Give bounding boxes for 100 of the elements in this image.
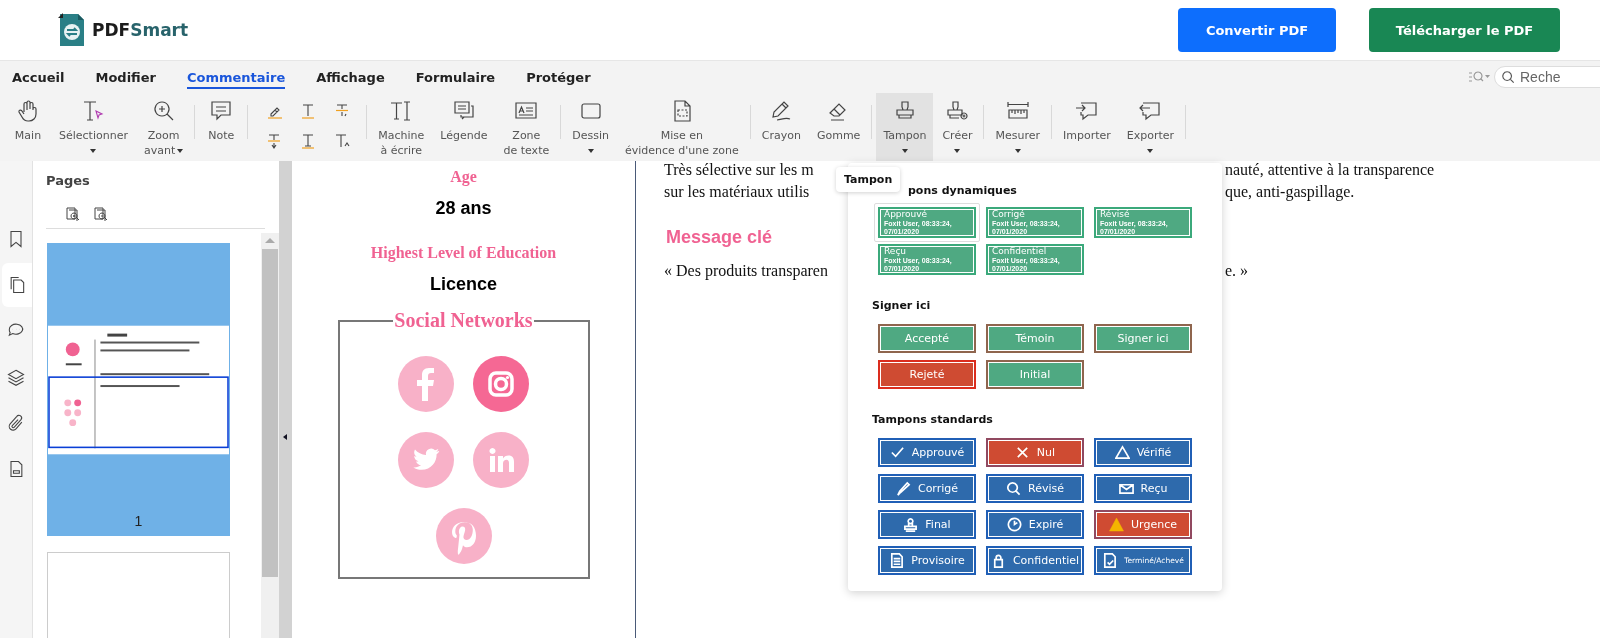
stamp-option[interactable]: Initial: [986, 360, 1084, 389]
paragraph-text: nauté, attentive à la transparence: [1225, 160, 1436, 181]
instagram-icon[interactable]: [473, 356, 529, 412]
stamp-label: Final: [925, 518, 951, 531]
paragraph-text: Très sélective sur les m: [664, 160, 815, 180]
stamp-option[interactable]: Reçu: [1094, 474, 1192, 503]
check-icon: [889, 445, 905, 460]
search-options-icon[interactable]: [1468, 71, 1490, 83]
frame-title: Social Networks: [393, 309, 534, 332]
toolbar-button[interactable]: Machine à écrire: [371, 93, 432, 161]
paragraph-text: e. »: [1225, 261, 1250, 281]
underline-icon[interactable]: [300, 133, 317, 149]
section-title: pons dynamiques: [908, 184, 1017, 197]
toolbar-button[interactable]: Dessin: [565, 93, 616, 161]
strikeout-icon[interactable]: [266, 133, 283, 149]
stamp-label: Expiré: [1028, 518, 1064, 531]
stamp-option[interactable]: Final: [878, 510, 976, 539]
export-icon: [1138, 99, 1163, 123]
stamp-option[interactable]: Expiré: [986, 510, 1084, 539]
stamp-option[interactable]: Approuvé: [878, 438, 976, 467]
section-title: Tampons standards: [872, 413, 993, 426]
stamp-option[interactable]: Rejeté: [878, 360, 976, 389]
header-button[interactable]: Convertir PDF: [1178, 8, 1336, 52]
page-number: 1: [134, 513, 143, 529]
menu-tab[interactable]: Commentaire: [186, 65, 286, 89]
toolbar-button[interactable]: Exporter: [1119, 93, 1182, 161]
toolbar-button[interactable]: Mise en évidence d'une zone: [617, 93, 746, 161]
toolbar-button[interactable]: Zone de texte: [496, 93, 557, 161]
stamp-option[interactable]: Confidentiel: [986, 546, 1084, 575]
facebook-icon[interactable]: [398, 356, 454, 412]
stamp-label: Révisé: [1028, 482, 1064, 495]
underline-icon[interactable]: [300, 103, 317, 119]
paragraph-text: sur les matériaux utilis: [664, 182, 811, 202]
linkedin-icon[interactable]: [473, 432, 529, 488]
stamp-option[interactable]: Accepté: [878, 324, 976, 353]
pen-icon: [895, 481, 911, 496]
stamp-label: Provisoire: [911, 554, 965, 567]
menu-tab[interactable]: Affichage: [316, 65, 385, 89]
note-icon: [209, 99, 234, 123]
menu-tab[interactable]: Protéger: [526, 65, 591, 89]
stamp-option[interactable]: Témoin: [986, 324, 1084, 353]
field-value: Licence: [429, 274, 497, 295]
toolbar-button[interactable]: Mesurer: [988, 93, 1047, 161]
pinterest-icon[interactable]: [435, 508, 492, 564]
zoom-in-icon: [151, 99, 176, 123]
toolbar-button[interactable]: Gomme: [809, 93, 868, 161]
toolbar-button[interactable]: Créer: [935, 93, 980, 161]
toolbar-button[interactable]: Importer: [1056, 93, 1118, 161]
menu-tab[interactable]: Formulaire: [415, 65, 496, 89]
stamp-label: Approuvé: [911, 446, 965, 459]
scrollbar[interactable]: [261, 233, 279, 638]
logo-icon: [56, 12, 86, 48]
toolbar-button[interactable]: Sélectionner: [52, 93, 135, 161]
toolbar-button[interactable]: Crayon: [754, 93, 808, 161]
toolbar-button[interactable]: Légende: [433, 93, 495, 161]
envelope-icon: [1118, 481, 1134, 496]
page-thumbnail[interactable]: 1: [47, 243, 230, 536]
stamp-option[interactable]: Vérifié: [1094, 438, 1192, 467]
menu-tab[interactable]: Accueil: [12, 65, 65, 89]
strikeout-icon[interactable]: [334, 103, 351, 119]
stamp-label: Corrigé: [917, 482, 959, 495]
stamp-option[interactable]: Urgence: [1094, 510, 1192, 539]
tooltip: Tampon: [836, 167, 901, 192]
zoom-page-icon[interactable]: [65, 206, 81, 222]
toolbar-button[interactable]: Zoom avant: [136, 93, 191, 161]
stamp-option[interactable]: Révisé: [986, 474, 1084, 503]
stamp-option[interactable]: Signer ici: [1094, 324, 1192, 353]
twitter-icon[interactable]: [398, 432, 454, 488]
toolbar-button[interactable]: Note: [199, 93, 244, 161]
stamp-label: Confidentiel: [1012, 554, 1080, 567]
field-label: Age: [450, 168, 477, 186]
field-value: 28 ans: [435, 198, 492, 219]
stamp-option[interactable]: Nul: [986, 438, 1084, 467]
toolbar-button[interactable]: Tampon: [876, 93, 934, 161]
stamp-option[interactable]: Corrigé: [878, 474, 976, 503]
toolbar-button[interactable]: Main: [6, 93, 50, 161]
header-button[interactable]: Télécharger le PDF: [1369, 8, 1560, 52]
clock-icon: [1006, 517, 1022, 532]
section-title: Signer ici: [872, 299, 931, 312]
paragraph-text: « Des produits transparen: [664, 261, 829, 282]
warning-icon: [1109, 517, 1125, 532]
search-icon: [1006, 481, 1021, 496]
sidebar-tab[interactable]: [2, 263, 32, 307]
text-cursor-icon: [81, 99, 106, 123]
cross-icon: [1014, 445, 1030, 460]
field-label: Highest Level of Education: [370, 244, 557, 262]
stamp-option[interactable]: Provisoire: [878, 546, 976, 575]
section-heading: Message clé: [666, 227, 773, 248]
search-field[interactable]: Reche: [1494, 66, 1600, 88]
stamp-label: Reçu: [1140, 482, 1168, 495]
stamp-plus-icon: [945, 99, 970, 123]
menu-tab[interactable]: Modifier: [95, 65, 156, 89]
insert-text-icon[interactable]: [334, 133, 351, 149]
zoom-out-page-icon[interactable]: [93, 206, 109, 222]
import-icon: [1074, 99, 1099, 123]
app-logo-text: PDFSmart: [92, 20, 189, 40]
panel-title: Pages: [45, 172, 91, 188]
stamp-label: Vérifié: [1136, 446, 1172, 459]
document-icon: [889, 553, 905, 568]
triangle-icon: [1114, 445, 1130, 460]
